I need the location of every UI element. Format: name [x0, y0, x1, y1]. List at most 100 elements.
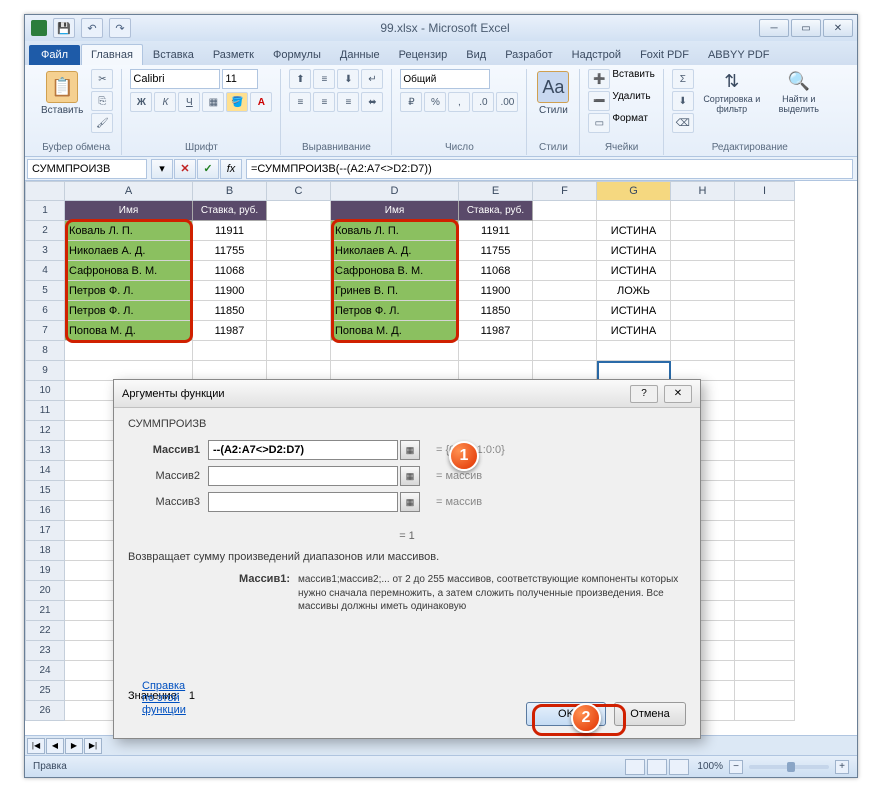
styles-button[interactable]: Aa Стили [535, 69, 571, 118]
sheet-nav-last[interactable]: ▶| [84, 738, 102, 754]
arg3-input[interactable] [208, 492, 398, 512]
dialog-argdesc: массив1;массив2;... от 2 до 255 массивов… [298, 573, 686, 614]
find-select-button[interactable]: 🔍 Найти и выделить [770, 69, 828, 116]
dialog-help-button[interactable]: ? [630, 385, 658, 403]
fill-button[interactable]: ⬇ [672, 91, 694, 111]
border-button[interactable]: ▦ [202, 92, 224, 112]
col-G[interactable]: G [597, 181, 671, 201]
clipboard-icon: 📋 [46, 71, 78, 103]
tab-addins[interactable]: Надстрой [563, 45, 630, 65]
zoom-in-button[interactable]: + [835, 760, 849, 774]
clear-button[interactable]: ⌫ [672, 113, 694, 133]
align-left-button[interactable]: ≡ [289, 92, 311, 112]
col-D[interactable]: D [331, 181, 459, 201]
view-layout-button[interactable] [647, 759, 667, 775]
tab-developer[interactable]: Разработ [496, 45, 561, 65]
tab-home[interactable]: Главная [81, 44, 143, 65]
col-E[interactable]: E [459, 181, 533, 201]
size-select[interactable] [222, 69, 258, 89]
zoom-slider[interactable] [749, 765, 829, 769]
dialog-close-button[interactable]: ✕ [664, 385, 692, 403]
callout-2: 2 [571, 703, 601, 733]
tab-file[interactable]: Файл [29, 45, 80, 65]
merge-button[interactable]: ⬌ [361, 92, 383, 112]
col-B[interactable]: B [193, 181, 267, 201]
dialog-cancel-button[interactable]: Отмена [614, 702, 686, 726]
minimize-button[interactable]: ─ [759, 19, 789, 37]
cut-button[interactable]: ✂ [91, 69, 113, 89]
insert-cells-button[interactable]: ➕ [588, 69, 610, 89]
percent-button[interactable]: % [424, 92, 446, 112]
autosum-button[interactable]: Σ [672, 69, 694, 89]
fx-button[interactable]: fx [220, 159, 242, 179]
qat-undo-button[interactable]: ↶ [81, 18, 103, 38]
delete-cells-button[interactable]: ➖ [588, 91, 610, 111]
font-select[interactable] [130, 69, 220, 89]
col-I[interactable]: I [735, 181, 795, 201]
tab-foxit[interactable]: Foxit PDF [631, 45, 698, 65]
italic-button[interactable]: К [154, 92, 176, 112]
status-mode: Правка [33, 761, 625, 772]
dialog-title: Аргументы функции [122, 388, 630, 400]
tab-abbyy[interactable]: ABBYY PDF [699, 45, 779, 65]
align-center-button[interactable]: ≡ [313, 92, 335, 112]
arg3-range-button[interactable]: ▦ [400, 492, 420, 512]
fontcolor-button[interactable]: A [250, 92, 272, 112]
bold-button[interactable]: Ж [130, 92, 152, 112]
tab-view[interactable]: Вид [457, 45, 495, 65]
find-label: Найти и выделить [772, 94, 826, 114]
comma-button[interactable]: , [448, 92, 470, 112]
group-clipboard: Буфер обмена [39, 142, 113, 155]
arg1-range-button[interactable]: ▦ [400, 440, 420, 460]
sheet-nav-first[interactable]: |◀ [27, 738, 45, 754]
tab-data[interactable]: Данные [331, 45, 389, 65]
col-F[interactable]: F [533, 181, 597, 201]
excel-window: 💾 ↶ ↷ 99.xlsx - Microsoft Excel ─ ▭ ✕ Фа… [24, 14, 858, 778]
format-painter-button[interactable]: 🖌 [91, 113, 113, 133]
view-break-button[interactable] [669, 759, 689, 775]
qat-save-button[interactable]: 💾 [53, 18, 75, 38]
format-cells-button[interactable]: ▭ [588, 113, 610, 133]
tab-layout[interactable]: Разметк [204, 45, 263, 65]
number-format-select[interactable] [400, 69, 490, 89]
dec-inc-button[interactable]: .0 [472, 92, 494, 112]
arg2-range-button[interactable]: ▦ [400, 466, 420, 486]
sheet-nav-prev[interactable]: ◀ [46, 738, 64, 754]
maximize-button[interactable]: ▭ [791, 19, 821, 37]
enter-formula-button[interactable]: ✓ [197, 159, 219, 179]
view-normal-button[interactable] [625, 759, 645, 775]
cancel-formula-button[interactable]: ✕ [174, 159, 196, 179]
tab-review[interactable]: Рецензир [390, 45, 457, 65]
paste-button[interactable]: 📋 Вставить [39, 69, 85, 118]
name-box[interactable] [27, 159, 147, 179]
fillcolor-button[interactable]: 🪣 [226, 92, 248, 112]
underline-button[interactable]: Ч [178, 92, 200, 112]
dialog-argname: Массив1: [128, 573, 298, 614]
namebox-dropdown[interactable]: ▾ [151, 159, 173, 179]
dialog-titlebar[interactable]: Аргументы функции ? ✕ [114, 380, 700, 408]
currency-button[interactable]: ₽ [400, 92, 422, 112]
sort-filter-button[interactable]: ⇅ Сортировка и фильтр [700, 69, 764, 116]
arg1-input[interactable] [208, 440, 398, 460]
select-all-corner[interactable] [25, 181, 65, 201]
tab-formulas[interactable]: Формулы [264, 45, 330, 65]
arg2-input[interactable] [208, 466, 398, 486]
qat-redo-button[interactable]: ↷ [109, 18, 131, 38]
align-right-button[interactable]: ≡ [337, 92, 359, 112]
dec-dec-button[interactable]: .00 [496, 92, 518, 112]
align-mid-button[interactable]: ≡ [313, 69, 335, 89]
col-C[interactable]: C [267, 181, 331, 201]
sheet-nav-next[interactable]: ▶ [65, 738, 83, 754]
wrap-button[interactable]: ↵ [361, 69, 383, 89]
align-top-button[interactable]: ⬆ [289, 69, 311, 89]
arg2-label: Массив2 [128, 470, 208, 482]
dialog-help-link[interactable]: Справка по этой функции [142, 680, 186, 716]
copy-button[interactable]: ⎘ [91, 91, 113, 111]
formula-input[interactable] [246, 159, 853, 179]
zoom-out-button[interactable]: − [729, 760, 743, 774]
align-bot-button[interactable]: ⬇ [337, 69, 359, 89]
col-H[interactable]: H [671, 181, 735, 201]
close-button[interactable]: ✕ [823, 19, 853, 37]
tab-insert[interactable]: Вставка [144, 45, 203, 65]
col-A[interactable]: A [65, 181, 193, 201]
